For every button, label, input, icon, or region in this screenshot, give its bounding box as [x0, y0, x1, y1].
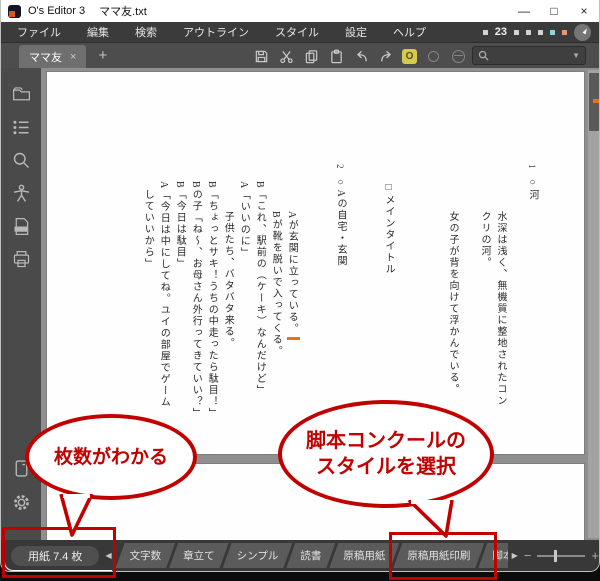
cut-icon[interactable] — [277, 47, 295, 65]
manuscript-page-1[interactable]: 1○河水深は浅く、無機質に整地されたコンクリの河。女の子が背を向けて浮かんでいる… — [46, 71, 585, 455]
marker-inactive-icon[interactable] — [424, 47, 442, 65]
search-icon — [478, 50, 489, 61]
script-line — [300, 164, 316, 452]
menu-item[interactable]: アウトライン — [183, 24, 249, 40]
title-bar: O's Editor 3 ママ友.txt — □ × — [1, 0, 599, 22]
document-tab-label: ママ友 — [29, 49, 62, 65]
save-icon[interactable] — [252, 47, 270, 65]
files-icon[interactable] — [9, 82, 33, 106]
menu-items: ファイル 編集 検索 アウトライン スタイル 設定 ヘルプ — [17, 24, 452, 40]
indicator-square-cyan — [550, 30, 555, 35]
menu-item[interactable]: ヘルプ — [393, 24, 426, 40]
document-tab[interactable]: ママ友 × — [19, 45, 86, 68]
app-title: O's Editor 3 — [28, 5, 85, 17]
script-line: Bが靴を脱いで入ってくる。 — [267, 164, 283, 452]
bubble-pages-tail — [55, 494, 97, 538]
annotation-bubble-style: 脚本コンクールの スタイルを選択 — [278, 400, 494, 508]
file-title: ママ友.txt — [99, 3, 147, 19]
script-line: Bの子「ね～、お母さん外行ってきていい？」 — [187, 164, 203, 452]
minimize-button[interactable]: — — [509, 0, 539, 22]
menu-item[interactable]: 設定 — [345, 24, 367, 40]
tabs-scroll-right-icon[interactable]: ▶ — [512, 551, 518, 560]
zoom-slider[interactable]: − + — [524, 548, 599, 563]
search-input[interactable] — [489, 50, 572, 61]
scene-number: 2 — [335, 164, 345, 170]
gauge-button[interactable] — [574, 24, 591, 41]
maximize-button[interactable]: □ — [539, 0, 569, 22]
zoom-thumb[interactable] — [554, 550, 557, 562]
menu-item[interactable]: 検索 — [135, 24, 157, 40]
redo-icon[interactable] — [377, 47, 395, 65]
script-line: A「今日は中にしてね。ユイの部屋でゲーム — [155, 164, 171, 452]
indicator-square-orange — [562, 30, 567, 35]
indicator-square — [514, 30, 519, 35]
script-line: A「いいのに」 — [235, 164, 251, 452]
bubble-style-text-2: スタイルを選択 — [316, 454, 456, 480]
close-button[interactable]: × — [569, 0, 599, 22]
bubble-style-text-1: 脚本コンクールの — [306, 428, 466, 454]
script-line: クリの河。 — [476, 164, 492, 452]
indicator-square — [538, 30, 543, 35]
tab-close-icon[interactable]: × — [70, 51, 76, 63]
annotation-bubble-pages: 枚数がわかる — [25, 414, 197, 500]
menu-item[interactable]: ファイル — [17, 24, 61, 40]
proofread-person-icon[interactable] — [9, 181, 33, 205]
zoom-in-icon[interactable]: + — [591, 548, 599, 563]
chevron-down-icon[interactable]: ▼ — [572, 51, 580, 60]
script-line — [508, 164, 524, 452]
svg-text:PDF: PDF — [17, 226, 26, 231]
script-line: 1○河 — [524, 164, 540, 452]
menu-item[interactable]: 編集 — [87, 24, 109, 40]
menu-item[interactable]: スタイル — [275, 24, 319, 40]
scrollbar-cursor-marker — [593, 99, 600, 103]
script-line: Aが玄関に立っている。 — [283, 164, 300, 452]
style-tab[interactable]: 章立て — [169, 543, 229, 568]
bubble-style-tail — [406, 500, 456, 540]
app-icon — [8, 5, 21, 18]
text-cursor-marker — [287, 337, 300, 340]
bubble-pages-text: 枚数がわかる — [54, 445, 168, 470]
outline-list-icon[interactable] — [9, 115, 33, 139]
search-box[interactable]: ▼ — [472, 46, 586, 65]
style-tab[interactable]: シンプル — [223, 543, 293, 568]
document-tab-bar: ママ友 × + — [1, 42, 599, 68]
scene-number: 1 — [527, 164, 537, 170]
marker-active-icon[interactable]: O — [402, 49, 417, 64]
print-icon[interactable] — [9, 247, 33, 271]
settings-gear-icon[interactable] — [9, 490, 33, 514]
script-line: 子供たち、バタバタ来る。 — [219, 164, 235, 452]
script-line: していいから」 — [139, 164, 155, 452]
strike-circle-icon[interactable] — [449, 47, 467, 65]
new-tab-button[interactable]: + — [98, 47, 107, 64]
zoom-track[interactable] — [537, 555, 585, 557]
copy-icon[interactable] — [302, 47, 320, 65]
sidebar-search-icon[interactable] — [9, 148, 33, 172]
vertical-scrollbar[interactable] — [588, 70, 600, 538]
script-line: 水深は浅く、無機質に整地されたコン — [492, 164, 508, 452]
indicator-square — [526, 30, 531, 35]
indicator-square — [483, 30, 488, 35]
script-line: B「これ、駅前の（ケーキ）なんだけど」 — [251, 164, 267, 452]
script-line — [460, 164, 476, 452]
menu-bar: ファイル 編集 検索 アウトライン スタイル 設定 ヘルプ 23 — [1, 22, 599, 42]
style-tab[interactable]: 読書 — [286, 543, 335, 568]
counter-value: 23 — [495, 26, 507, 38]
script-line: B「ちょっとサキ！うちの中走ったら駄目！」 — [203, 164, 219, 452]
pdf-export-icon[interactable]: PDF — [9, 214, 33, 238]
script-line: B「今日は駄目」 — [171, 164, 187, 452]
undo-icon[interactable] — [352, 47, 370, 65]
paste-icon[interactable] — [327, 47, 345, 65]
zoom-out-icon[interactable]: − — [524, 548, 532, 563]
style-tab[interactable]: 文字数 — [116, 543, 176, 568]
